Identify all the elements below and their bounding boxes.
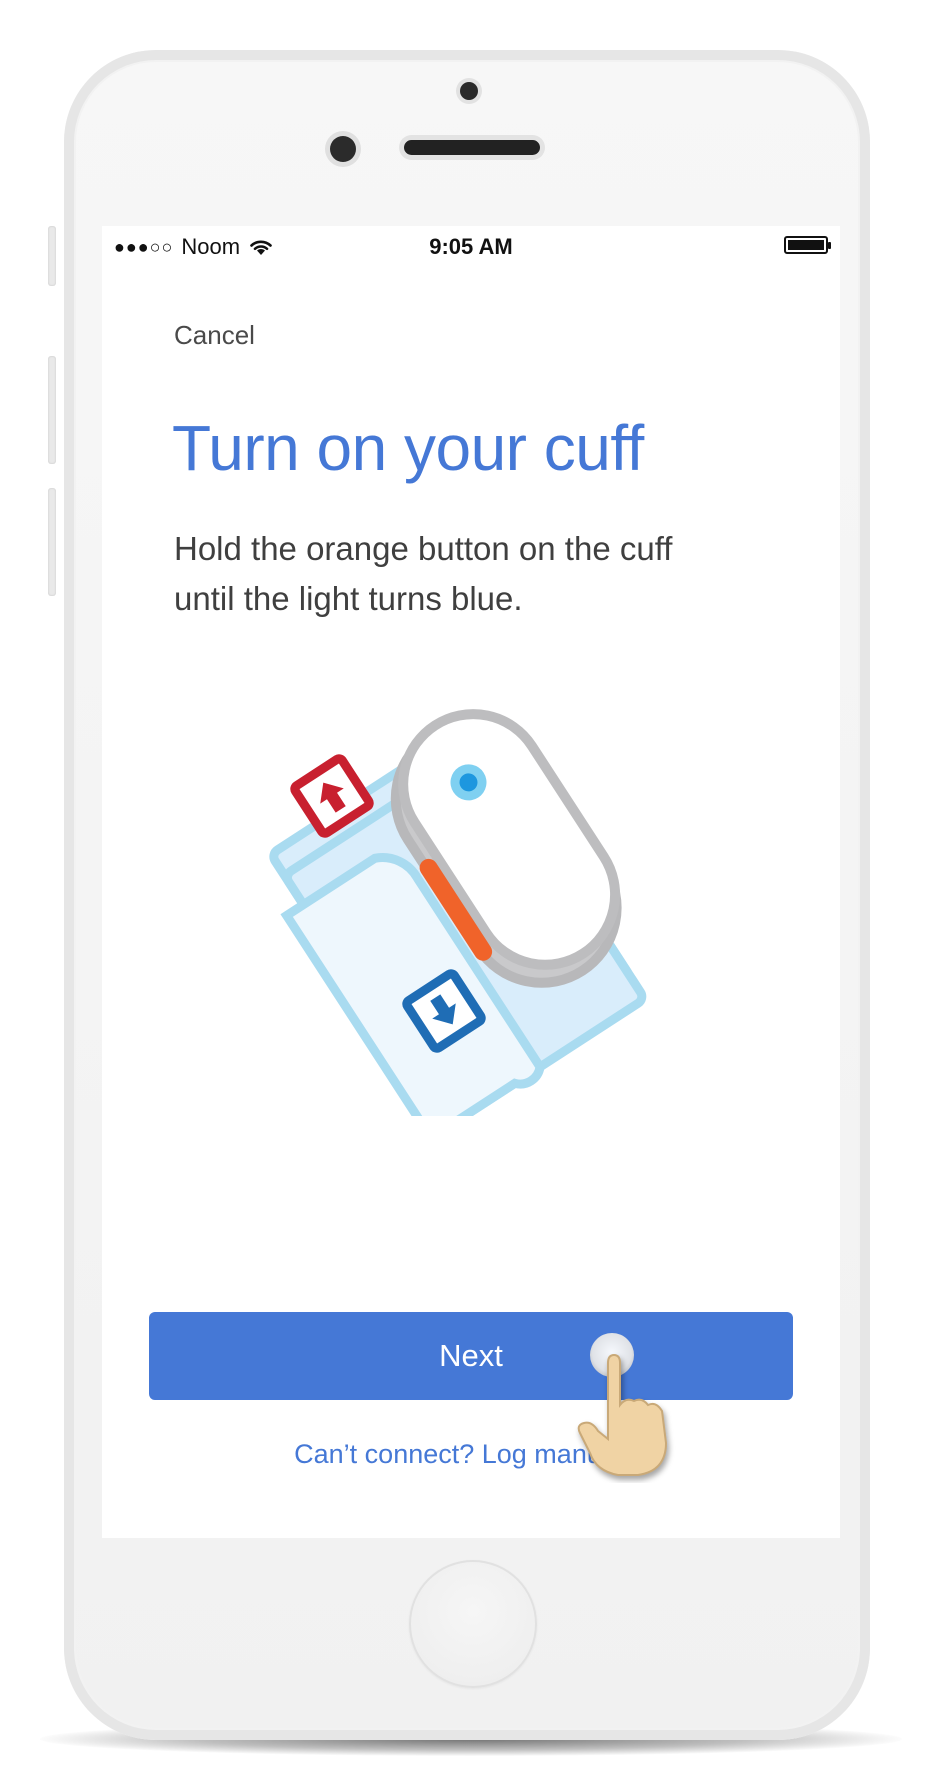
volume-down-button <box>48 488 56 596</box>
front-camera <box>330 136 356 162</box>
instructions-text: Hold the orange button on the cuff until… <box>174 530 673 617</box>
cuff-illustration <box>269 709 647 1116</box>
next-button[interactable]: Next <box>149 1312 793 1400</box>
battery-icon <box>784 236 831 254</box>
volume-up-button <box>48 356 56 464</box>
page-title: Turn on your cuff <box>172 412 644 484</box>
tap-hand-icon <box>577 1333 668 1476</box>
earpiece-speaker <box>404 140 540 155</box>
log-manually-link[interactable]: Can’t connect? Log manually. <box>102 1439 840 1470</box>
proximity-sensor <box>460 82 478 100</box>
status-bar: ●●●○○ Noom 9:05 AM <box>102 226 840 266</box>
mute-switch <box>48 226 56 286</box>
cancel-button[interactable]: Cancel <box>174 320 255 351</box>
status-time: 9:05 AM <box>429 234 513 259</box>
app-screen: ●●●○○ Noom 9:05 AM Cancel Turn on your c… <box>102 226 840 1538</box>
home-button[interactable] <box>409 1560 537 1688</box>
